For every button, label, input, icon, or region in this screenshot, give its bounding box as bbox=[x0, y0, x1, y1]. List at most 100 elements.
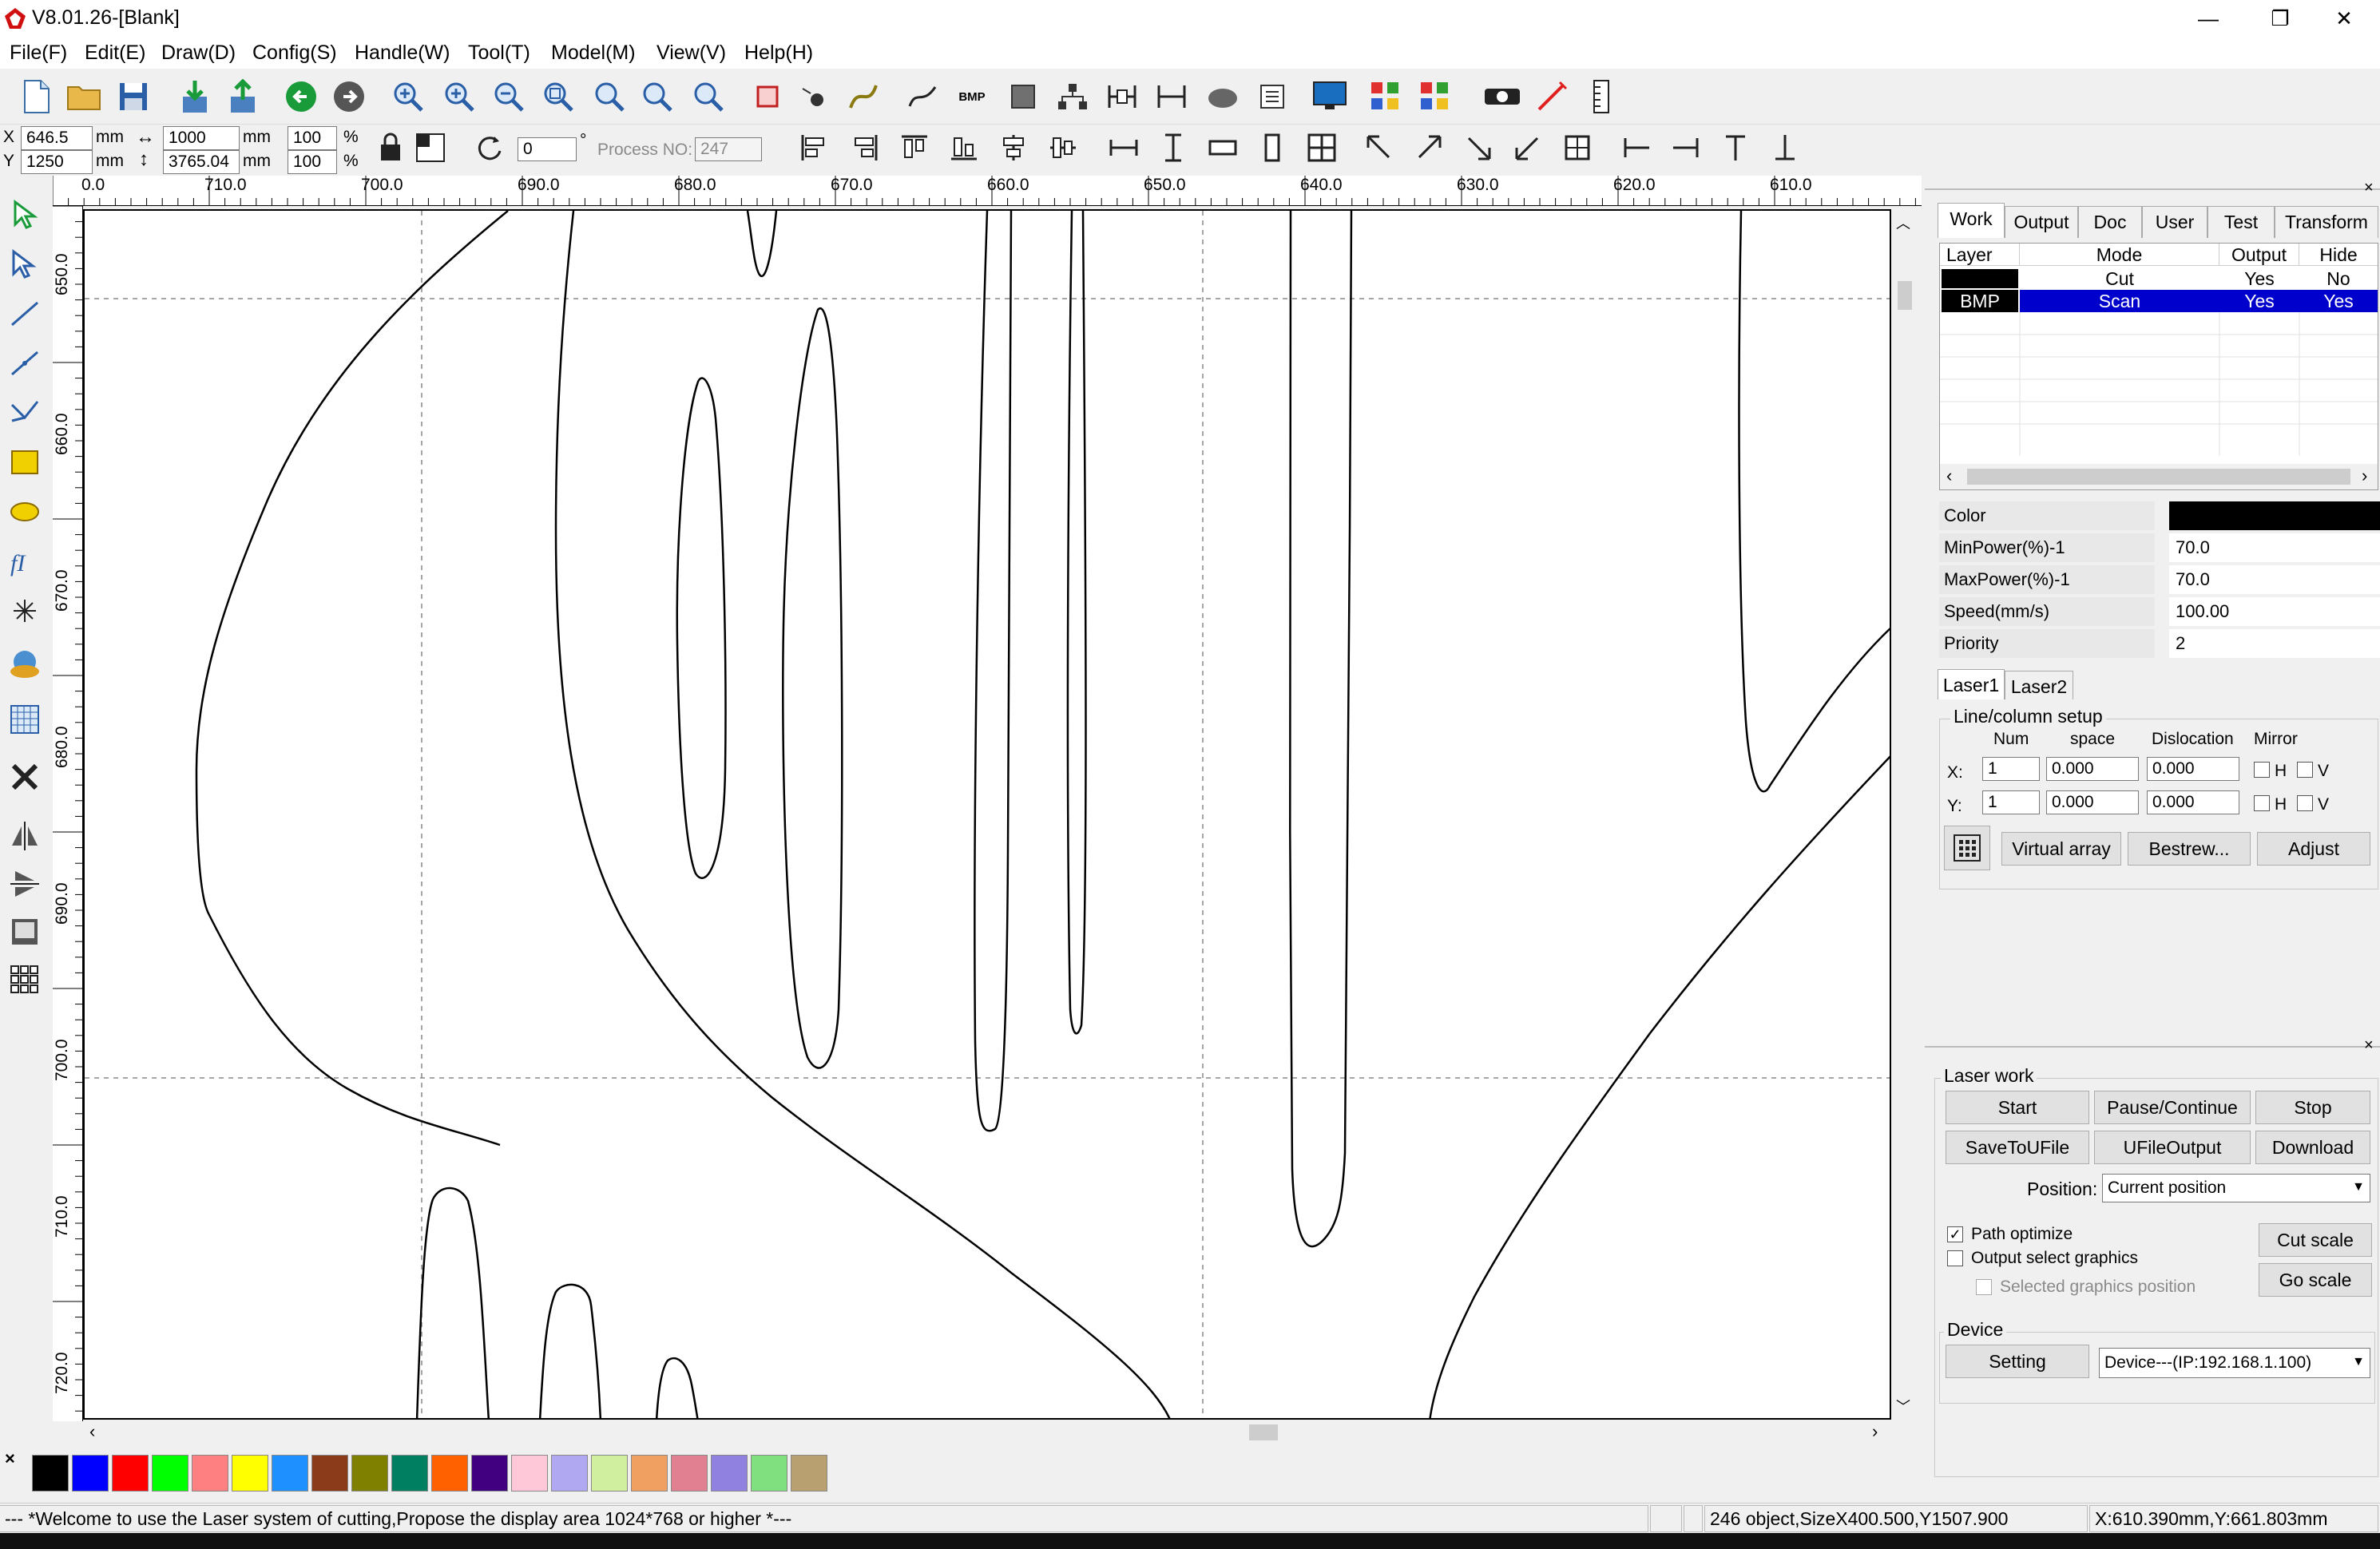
color-swatch[interactable] bbox=[112, 1455, 149, 1492]
properties-icon[interactable] bbox=[1252, 77, 1292, 117]
scroll-right-icon[interactable]: › bbox=[1872, 1421, 1878, 1442]
array-grid-button[interactable] bbox=[1944, 826, 1990, 870]
layer-table-hscroll[interactable]: ‹ › bbox=[1940, 464, 2378, 489]
curve-tool-icon[interactable] bbox=[5, 393, 45, 433]
stop-button[interactable]: Stop bbox=[2255, 1091, 2370, 1124]
selected-position-checkbox[interactable] bbox=[1976, 1279, 1992, 1295]
height-input[interactable]: 3765.04 bbox=[163, 150, 240, 174]
zoom-in-icon[interactable] bbox=[388, 77, 428, 117]
laser-head-icon[interactable] bbox=[1203, 77, 1243, 117]
color-swatch[interactable] bbox=[751, 1455, 787, 1492]
color-swatch[interactable] bbox=[152, 1455, 188, 1492]
move-down-icon[interactable] bbox=[1767, 129, 1803, 166]
color-swatch[interactable] bbox=[551, 1455, 588, 1492]
tab-transform[interactable]: Transform bbox=[2275, 206, 2378, 238]
device-select[interactable]: Device---(IP:192.168.1.100) ▼ bbox=[2099, 1348, 2370, 1378]
ellipse-tool-icon[interactable] bbox=[5, 492, 45, 532]
mirror-v-icon[interactable] bbox=[5, 864, 45, 904]
fill-icon[interactable] bbox=[1003, 77, 1043, 117]
table-row[interactable]: BMP Scan Yes Yes bbox=[1940, 290, 2378, 312]
color-swatch[interactable] bbox=[471, 1455, 508, 1492]
table-row[interactable]: Cut Yes No bbox=[1940, 267, 2378, 290]
zoom-all-icon[interactable] bbox=[688, 77, 728, 117]
bestrew-button[interactable]: Bestrew... bbox=[2128, 832, 2251, 866]
output-select-checkbox[interactable] bbox=[1947, 1250, 1963, 1266]
tree-icon[interactable] bbox=[1053, 77, 1093, 117]
color-swatch[interactable] bbox=[431, 1455, 468, 1492]
move-top-left-icon[interactable] bbox=[1361, 129, 1398, 166]
color-swatch[interactable] bbox=[72, 1455, 109, 1492]
same-height-icon[interactable] bbox=[1155, 129, 1192, 166]
position-select[interactable]: Current position ▼ bbox=[2102, 1174, 2370, 1202]
menu-help[interactable]: Help(H) bbox=[744, 42, 813, 65]
start-button[interactable]: Start bbox=[1946, 1091, 2089, 1124]
zoom-out-icon[interactable] bbox=[489, 77, 529, 117]
rectangle-tool-icon[interactable] bbox=[5, 442, 45, 482]
save-icon[interactable] bbox=[113, 77, 153, 117]
color-swatch[interactable] bbox=[32, 1455, 69, 1492]
rotate-icon[interactable] bbox=[471, 129, 508, 166]
color-swatch[interactable] bbox=[511, 1455, 548, 1492]
mirror-h-icon[interactable] bbox=[5, 816, 45, 856]
node-arrow-icon[interactable] bbox=[5, 244, 45, 284]
menu-tool[interactable]: Tool(T) bbox=[468, 42, 530, 65]
move-bottom-right-icon[interactable] bbox=[1460, 129, 1497, 166]
array-tool-icon[interactable] bbox=[5, 960, 45, 1000]
align-hcenter-icon[interactable] bbox=[995, 129, 1032, 166]
menu-config[interactable]: Config(S) bbox=[252, 42, 337, 65]
drawing-canvas[interactable] bbox=[83, 209, 1891, 1420]
nest-auto-icon[interactable] bbox=[1415, 77, 1455, 117]
panel-close-icon[interactable]: × bbox=[2364, 179, 2374, 197]
scroll-up-icon[interactable]: ︿ bbox=[1896, 212, 1910, 233]
color-swatch[interactable] bbox=[671, 1455, 708, 1492]
tab-work[interactable]: Work bbox=[1938, 203, 2005, 238]
align-left-icon[interactable] bbox=[795, 129, 832, 166]
laser-pointer-icon[interactable] bbox=[1532, 77, 1572, 117]
prop-minpower-value[interactable]: 70.0 bbox=[2169, 533, 2380, 562]
save-to-ufile-button[interactable]: SaveToUFile bbox=[1946, 1131, 2089, 1164]
color-swatch[interactable] bbox=[232, 1455, 268, 1492]
align-vcenter-icon[interactable] bbox=[1045, 129, 1081, 166]
array-y-mirror-v-checkbox[interactable] bbox=[2297, 795, 2313, 811]
move-center-icon[interactable] bbox=[1559, 129, 1596, 166]
tab-doc[interactable]: Doc bbox=[2078, 206, 2142, 238]
layer-hide[interactable]: Yes bbox=[2299, 290, 2378, 312]
move-top-right-icon[interactable] bbox=[1410, 129, 1447, 166]
color-swatch[interactable] bbox=[631, 1455, 668, 1492]
virtual-array-button[interactable]: Virtual array bbox=[2001, 832, 2121, 866]
color-swatch[interactable] bbox=[272, 1455, 308, 1492]
array-y-dislocation-input[interactable]: 0.000 bbox=[2147, 790, 2239, 814]
prop-color-value[interactable] bbox=[2169, 501, 2380, 530]
align-bottom-icon[interactable] bbox=[946, 129, 982, 166]
color-swatch[interactable] bbox=[192, 1455, 228, 1492]
menu-model[interactable]: Model(M) bbox=[551, 42, 636, 65]
color-swatch[interactable] bbox=[391, 1455, 428, 1492]
zoom-page-icon[interactable] bbox=[589, 77, 629, 117]
rotate-angle-input[interactable]: 0 bbox=[518, 137, 577, 161]
smooth-curve-icon[interactable] bbox=[843, 77, 883, 117]
array-x-mirror-h-checkbox[interactable] bbox=[2254, 762, 2270, 778]
height-percent-input[interactable]: 100 bbox=[288, 150, 337, 174]
dot-tool-icon[interactable] bbox=[5, 591, 45, 631]
close-button[interactable]: ✕ bbox=[2308, 0, 2380, 37]
zoom-in-alt-icon[interactable] bbox=[439, 77, 479, 117]
menu-view[interactable]: View(V) bbox=[656, 42, 726, 65]
bitmap-icon[interactable]: BMP bbox=[952, 77, 992, 117]
move-left-icon[interactable] bbox=[1618, 129, 1655, 166]
scroll-down-icon[interactable]: ﹀ bbox=[1896, 1396, 1910, 1416]
move-right-icon[interactable] bbox=[1668, 129, 1704, 166]
horizontal-scroll-thumb[interactable] bbox=[1249, 1424, 1278, 1440]
x-position-input[interactable]: 646.5 bbox=[21, 126, 93, 150]
vector-drawing[interactable] bbox=[85, 211, 1891, 1420]
menu-handle[interactable]: Handle(W) bbox=[355, 42, 450, 65]
grid-arrange-icon[interactable] bbox=[1303, 129, 1340, 166]
import-icon[interactable] bbox=[174, 77, 214, 117]
laser-work-close-icon[interactable]: × bbox=[2364, 1036, 2374, 1055]
distribute-icon[interactable] bbox=[1254, 129, 1291, 166]
bitmap-tool-icon[interactable] bbox=[5, 644, 45, 683]
menu-file[interactable]: File(F) bbox=[10, 42, 67, 65]
move-bottom-left-icon[interactable] bbox=[1509, 129, 1546, 166]
adjust-button[interactable]: Adjust bbox=[2257, 832, 2370, 866]
download-button[interactable]: Download bbox=[2255, 1131, 2370, 1164]
vertical-scrollbar[interactable]: ︿ ﹀ bbox=[1893, 209, 1917, 1420]
